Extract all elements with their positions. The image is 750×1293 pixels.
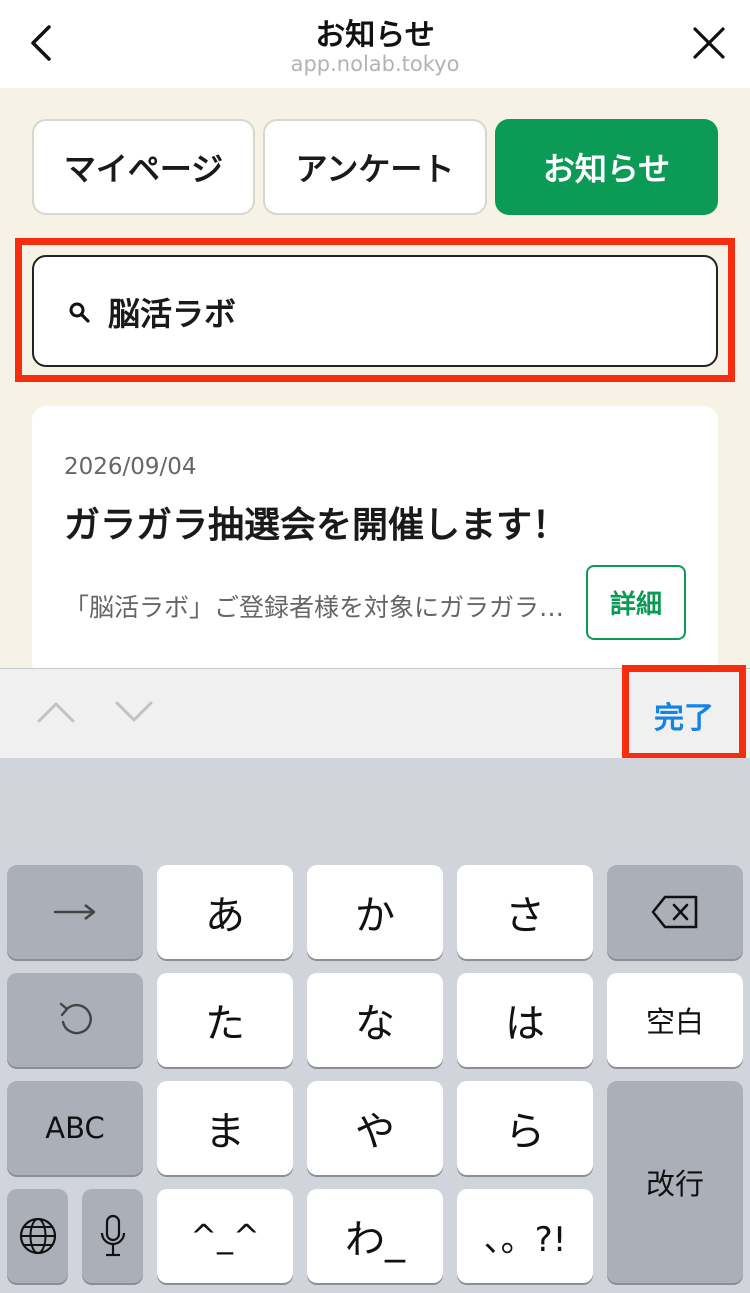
search-highlight-frame <box>15 238 735 382</box>
return-key[interactable]: 改行 <box>607 1081 743 1283</box>
page-title: お知らせ <box>315 18 435 53</box>
japanese-keyboard: あ か さ た な は 空白 ABC ま や ら 改行 ^_^ わ_ 、。?! <box>0 758 750 1293</box>
close-icon <box>693 27 725 59</box>
next-arrow-icon <box>54 904 96 920</box>
key-ta[interactable]: た <box>157 973 293 1067</box>
done-highlight-frame <box>622 665 746 760</box>
backspace-icon <box>651 895 698 929</box>
key-sa[interactable]: さ <box>457 865 593 959</box>
undo-icon <box>59 1002 92 1035</box>
key-ra[interactable]: ら <box>457 1081 593 1175</box>
tab-mypage[interactable]: マイページ <box>32 119 255 215</box>
tab-survey[interactable]: アンケート <box>263 119 487 215</box>
key-ma[interactable]: ま <box>157 1081 293 1175</box>
key-ya[interactable]: や <box>307 1081 443 1175</box>
key-punctuation[interactable]: 、。?! <box>457 1189 593 1283</box>
next-key[interactable] <box>7 865 143 959</box>
browser-header: お知らせ app.nolab.tokyo <box>0 0 750 88</box>
chevron-down-icon[interactable] <box>114 697 154 727</box>
key-a[interactable]: あ <box>157 865 293 959</box>
key-na[interactable]: な <box>307 973 443 1067</box>
space-key[interactable]: 空白 <box>607 973 743 1067</box>
backspace-key[interactable] <box>607 865 743 959</box>
key-wa[interactable]: わ_ <box>307 1189 443 1283</box>
key-kaomoji[interactable]: ^_^ <box>157 1189 293 1283</box>
notice-excerpt: 「脳活ラボ」ご登録者様を対象にガラガラ抽選会を開催します <box>64 593 584 622</box>
globe-icon <box>19 1217 56 1255</box>
chevron-up-icon[interactable] <box>36 697 76 727</box>
close-button[interactable] <box>684 18 734 68</box>
notice-title: ガラガラ抽選会を開催します！ <box>64 505 569 546</box>
microphone-icon <box>100 1214 125 1257</box>
notice-card[interactable]: 2026/09/04 ガラガラ抽選会を開催します！ 「脳活ラボ」ご登録者様を対象… <box>32 406 718 676</box>
microphone-key[interactable] <box>82 1189 143 1283</box>
detail-button[interactable]: 詳細 <box>586 565 686 640</box>
undo-key[interactable] <box>7 973 143 1067</box>
key-ka[interactable]: か <box>307 865 443 959</box>
page-url: app.nolab.tokyo <box>290 52 460 76</box>
globe-key[interactable] <box>7 1189 68 1283</box>
abc-key[interactable]: ABC <box>7 1081 143 1175</box>
notice-date: 2026/09/04 <box>64 454 197 480</box>
tab-notices[interactable]: お知らせ <box>495 119 718 215</box>
key-ha[interactable]: は <box>457 973 593 1067</box>
